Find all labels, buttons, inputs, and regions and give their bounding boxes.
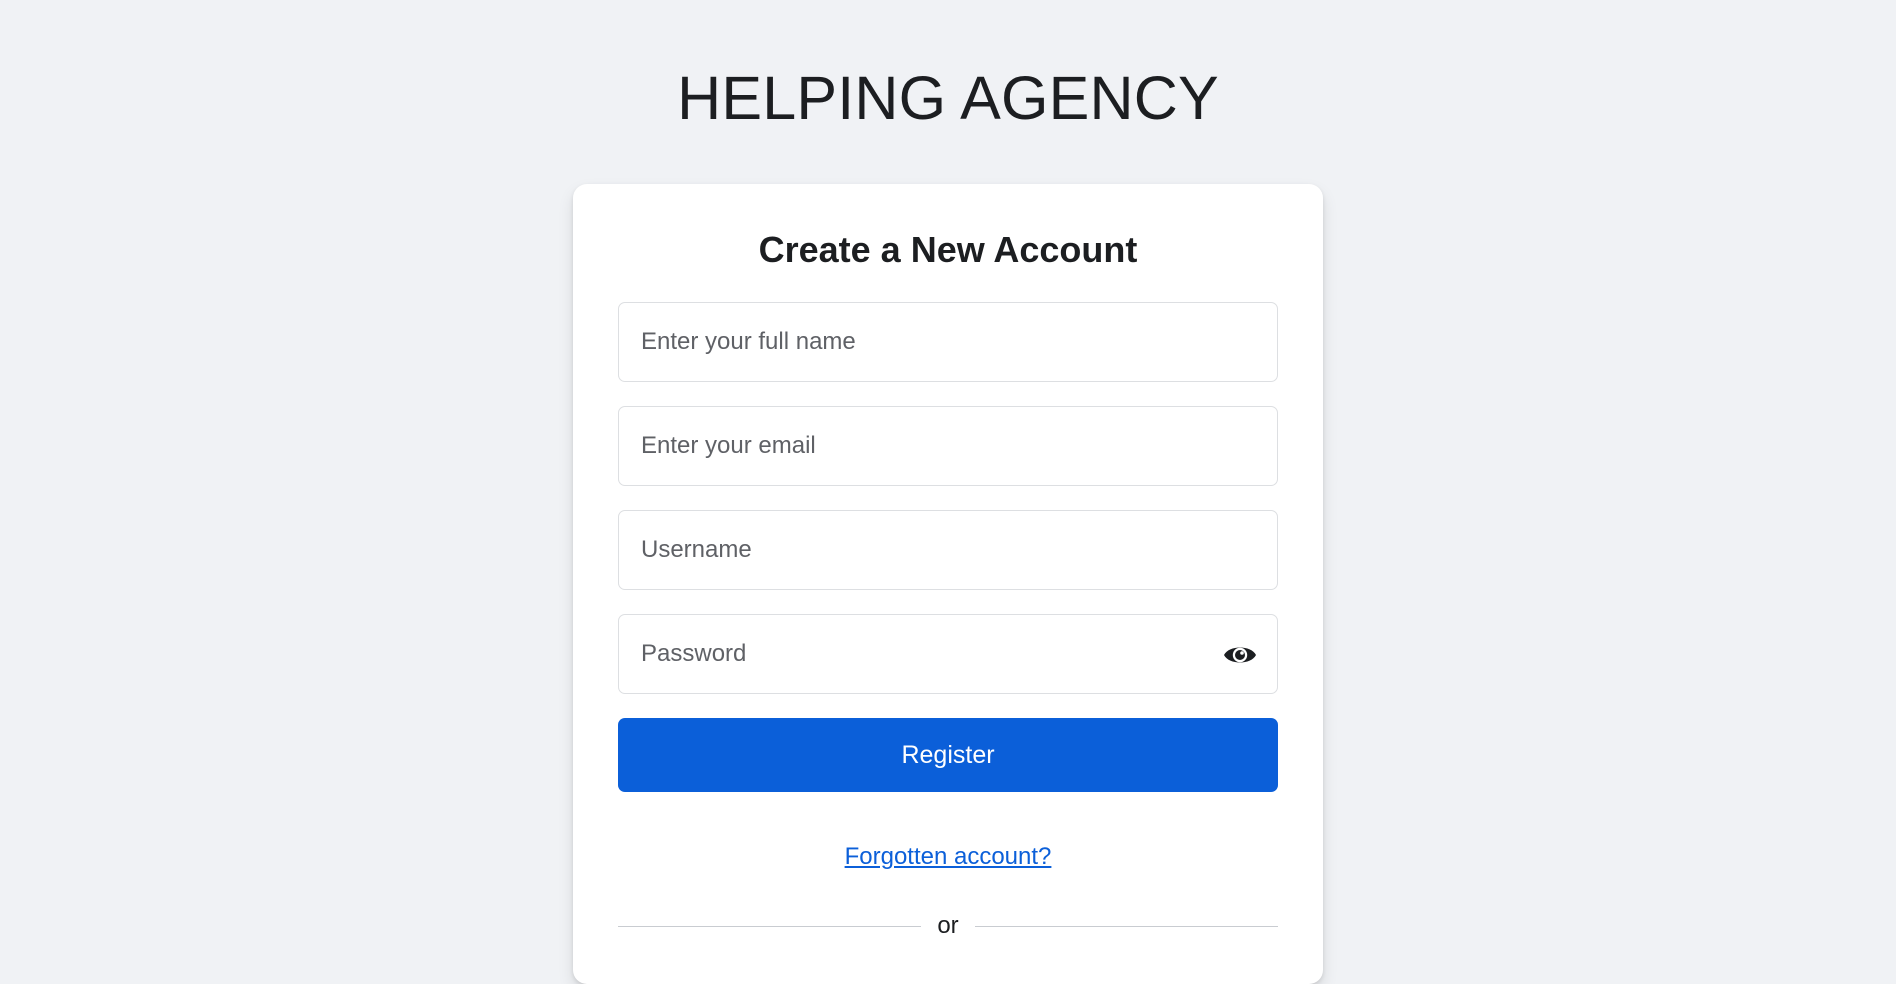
eye-icon[interactable]: [1223, 639, 1257, 671]
username-field: [618, 510, 1278, 590]
form-title: Create a New Account: [758, 229, 1138, 270]
brand-title: HELPING AGENCY: [677, 64, 1219, 132]
divider-label: or: [937, 912, 959, 939]
forgot-account-link[interactable]: Forgotten account?: [845, 843, 1052, 870]
register-button[interactable]: Register: [618, 718, 1278, 792]
full-name-input[interactable]: [619, 303, 1277, 381]
full-name-field: [618, 302, 1278, 382]
username-input[interactable]: [619, 511, 1277, 589]
forgot-account-row: Forgotten account?: [573, 842, 1323, 872]
or-divider: or: [618, 910, 1278, 942]
register-card: Create a New Account Register Forgotten …: [573, 184, 1323, 984]
password-field: [618, 614, 1278, 694]
email-field: [618, 406, 1278, 486]
password-input[interactable]: [619, 615, 1277, 693]
email-input[interactable]: [619, 407, 1277, 485]
